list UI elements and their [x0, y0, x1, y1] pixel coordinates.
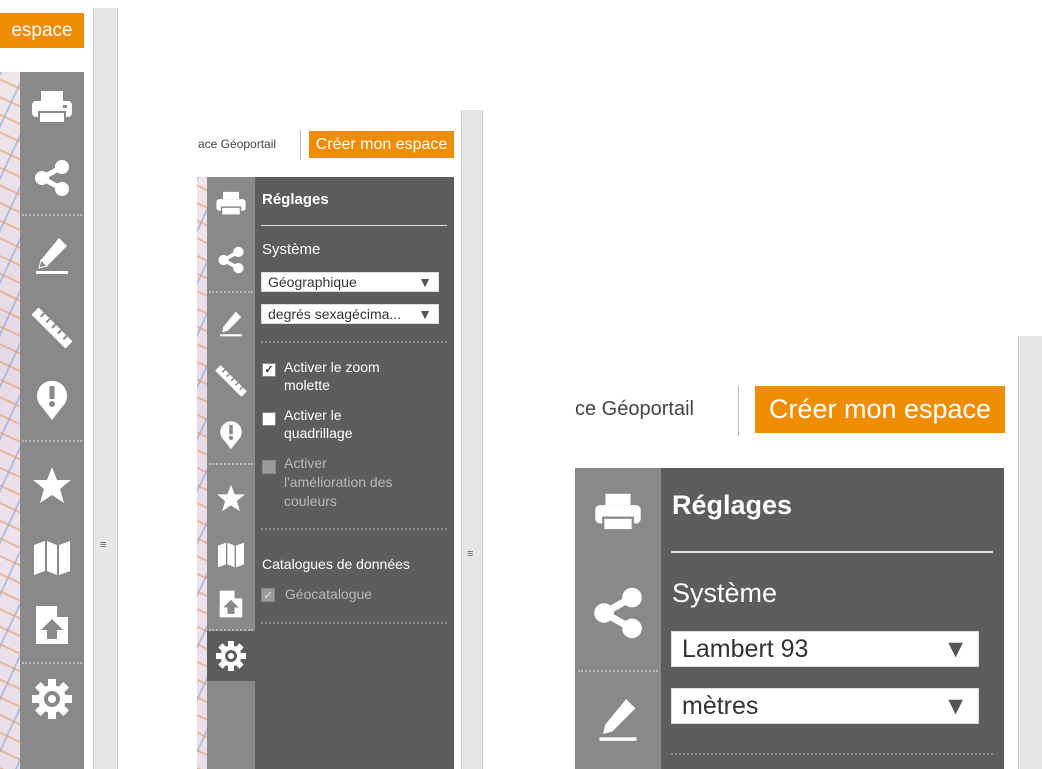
- share-tool[interactable]: [20, 142, 84, 214]
- option-geocatalogue: ✓ Géocatalogue: [261, 586, 447, 603]
- settings-panel-right: Réglages Système Lambert 93 ▼ mètres ▼: [661, 468, 1004, 769]
- scrollbar-left[interactable]: ≡: [93, 8, 118, 769]
- import-tool[interactable]: [20, 588, 84, 662]
- share-icon: [218, 246, 244, 274]
- geocatalogue-checkbox: ✓: [261, 588, 275, 603]
- upload-file-icon: [219, 590, 243, 618]
- dropdown-arrow-icon: ▼: [418, 306, 432, 322]
- favorites-tool[interactable]: [20, 442, 84, 528]
- map-background-middle: [197, 177, 207, 769]
- option-zoom-wheel[interactable]: ✓ Activer le zoom molette: [261, 358, 447, 394]
- geoportail-link-right[interactable]: ce Géoportail: [575, 398, 694, 421]
- create-space-button-middle[interactable]: Créer mon espace: [309, 131, 454, 158]
- system-select[interactable]: Lambert 93 ▼: [671, 631, 979, 667]
- draw-tool[interactable]: [20, 216, 84, 296]
- settings-tool[interactable]: [20, 664, 84, 734]
- zoom-wheel-label: Activer le zoom molette: [284, 359, 380, 393]
- colors-checkbox: [262, 460, 276, 474]
- map-icon: [218, 542, 244, 568]
- unit-select-value: mètres: [682, 691, 759, 720]
- option-grid[interactable]: Activer le quadrillage: [261, 406, 447, 442]
- colors-label: Activer l'amélioration des couleurs: [284, 455, 393, 509]
- printer-icon: [32, 91, 72, 124]
- system-select-value: Lambert 93: [682, 634, 809, 663]
- share-tool[interactable]: [575, 556, 661, 670]
- alert-icon: [37, 380, 67, 420]
- alert-icon: [220, 421, 242, 450]
- grid-label: Activer le quadrillage: [284, 407, 353, 441]
- catalogues-label: Catalogues de données: [262, 556, 410, 572]
- toolbar-middle: [207, 177, 255, 769]
- section-divider: [671, 753, 993, 755]
- measure-tool[interactable]: [20, 296, 84, 360]
- upload-file-icon: [36, 606, 68, 644]
- dropdown-arrow-icon: ▼: [418, 274, 432, 290]
- scroll-grip[interactable]: ≡: [467, 549, 473, 560]
- pencil-icon: [220, 311, 242, 337]
- section-divider: [261, 622, 447, 624]
- map-icon: [34, 541, 70, 575]
- geocatalogue-label: Géocatalogue: [284, 586, 373, 602]
- map-tool[interactable]: [207, 531, 255, 579]
- system-label: Système: [672, 578, 778, 608]
- scroll-grip[interactable]: ≡: [100, 540, 106, 551]
- unit-select[interactable]: degrés sexagécima... ▼: [261, 304, 439, 324]
- gear-icon: [216, 641, 246, 671]
- geoportail-link-middle[interactable]: ace Géoportail: [198, 137, 276, 151]
- unit-select[interactable]: mètres ▼: [671, 688, 979, 724]
- toolbar-left: [20, 72, 84, 769]
- map-tool[interactable]: [20, 528, 84, 588]
- ruler-icon: [215, 365, 247, 397]
- panel-title: Réglages: [672, 490, 793, 520]
- pencil-icon: [36, 238, 68, 274]
- title-divider: [261, 225, 447, 226]
- printer-icon: [595, 493, 641, 532]
- draw-tool[interactable]: [207, 293, 255, 355]
- share-icon: [594, 587, 642, 639]
- settings-tool-active[interactable]: [207, 631, 255, 681]
- print-tool[interactable]: [207, 177, 255, 229]
- zoom-wheel-checkbox[interactable]: ✓: [262, 363, 276, 377]
- section-divider: [261, 341, 447, 343]
- header-separator: [300, 130, 301, 160]
- share-tool[interactable]: [207, 229, 255, 291]
- option-colors: Activer l'amélioration des couleurs: [261, 454, 447, 511]
- draw-tool[interactable]: [575, 672, 661, 768]
- share-icon: [35, 160, 69, 196]
- system-select-value: Géographique: [268, 274, 357, 290]
- toolbar-right: [575, 468, 661, 769]
- measure-tool[interactable]: [207, 355, 255, 407]
- map-background-left: [0, 72, 20, 769]
- report-tool[interactable]: [20, 360, 84, 440]
- settings-panel-middle: Réglages Système Géographique ▼ degrés s…: [255, 177, 454, 769]
- system-label: Système: [262, 241, 321, 258]
- gear-icon: [32, 679, 72, 719]
- report-tool[interactable]: [207, 407, 255, 463]
- unit-select-value: degrés sexagécima...: [268, 306, 402, 322]
- print-tool[interactable]: [575, 468, 661, 556]
- system-select[interactable]: Géographique ▼: [261, 272, 439, 292]
- section-divider: [261, 528, 447, 530]
- star-icon: [217, 484, 245, 512]
- pencil-icon: [599, 699, 637, 741]
- favorites-tool[interactable]: [207, 465, 255, 531]
- printer-icon: [216, 191, 246, 216]
- header-separator: [738, 386, 739, 436]
- grid-checkbox[interactable]: [262, 412, 276, 426]
- scrollbar-middle[interactable]: ≡: [461, 110, 483, 769]
- title-divider: [671, 551, 993, 553]
- scrollbar-right[interactable]: [1018, 336, 1042, 769]
- star-icon: [33, 467, 71, 503]
- import-tool[interactable]: [207, 579, 255, 629]
- dropdown-arrow-icon: ▼: [943, 691, 968, 720]
- create-space-button-left[interactable]: espace: [0, 13, 84, 48]
- create-space-button-right[interactable]: Créer mon espace: [755, 386, 1005, 433]
- panel-title: Réglages: [262, 191, 329, 208]
- print-tool[interactable]: [20, 72, 84, 142]
- dropdown-arrow-icon: ▼: [943, 634, 968, 663]
- ruler-icon: [31, 307, 73, 349]
